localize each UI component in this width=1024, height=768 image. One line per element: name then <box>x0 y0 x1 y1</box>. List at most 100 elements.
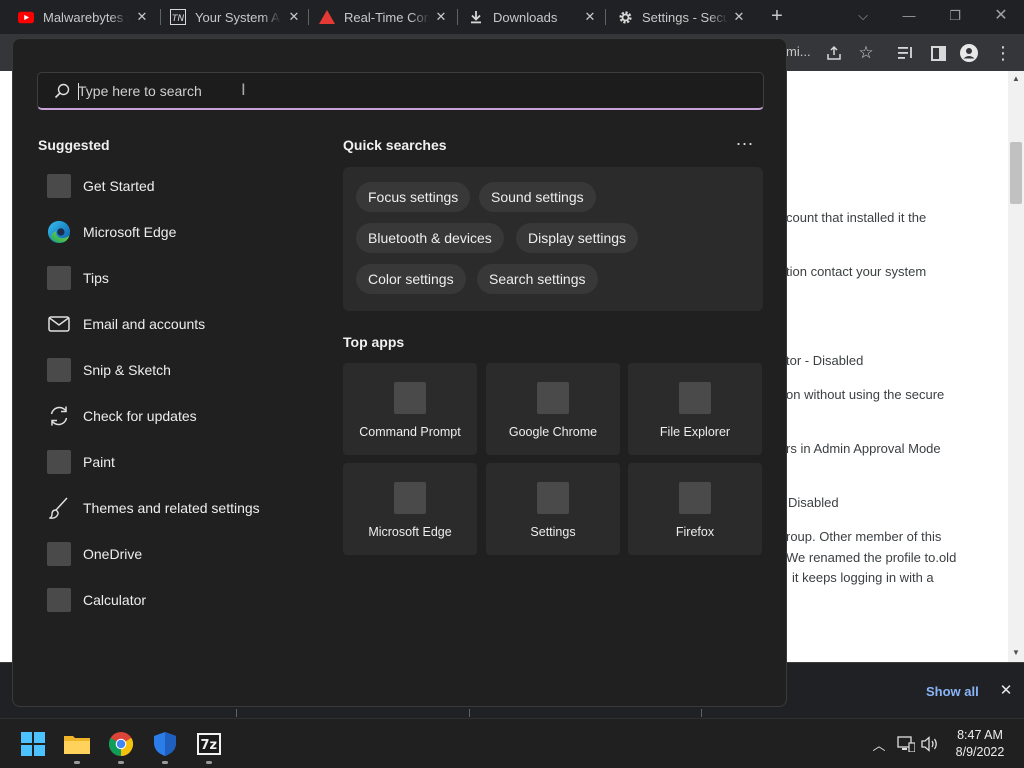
quick-search-chip-focus[interactable]: Focus settings <box>356 182 471 212</box>
7zip-icon[interactable]: 7z <box>196 731 222 757</box>
chrome-icon[interactable] <box>108 731 134 757</box>
running-indicator <box>118 761 124 764</box>
bookmark-star-icon[interactable]: ☆ <box>856 43 876 63</box>
new-tab-button[interactable]: + <box>766 6 788 28</box>
kebab-menu-icon[interactable]: ⋮ <box>993 43 1013 63</box>
top-app-firefox[interactable]: Firefox <box>628 463 762 555</box>
command-prompt-icon <box>394 382 426 414</box>
suggested-item-themes[interactable]: Themes and related settings <box>39 488 309 528</box>
top-app-label: Command Prompt <box>359 425 461 439</box>
browser-tab-malwarebytes[interactable]: Malwarebytes s ✕ <box>18 0 158 34</box>
mail-icon <box>47 312 71 336</box>
quick-search-chip-search[interactable]: Search settings <box>477 264 598 294</box>
clock-time[interactable]: 8:47 AM <box>946 728 1014 742</box>
restore-icon[interactable]: ❐ <box>945 6 965 26</box>
download-item-separator <box>236 709 237 717</box>
chevron-up-icon[interactable]: ︿ <box>870 735 888 753</box>
close-icon[interactable]: ✕ <box>286 9 302 25</box>
suggested-item-email-accounts[interactable]: Email and accounts <box>39 304 309 344</box>
warning-triangle-icon <box>319 9 335 25</box>
quick-search-chip-sound[interactable]: Sound settings <box>479 182 596 212</box>
share-icon[interactable] <box>824 43 844 63</box>
top-app-command-prompt[interactable]: Command Prompt <box>343 363 477 455</box>
side-panel-icon[interactable] <box>928 43 948 63</box>
snip-sketch-icon <box>47 358 71 382</box>
tab-title: Malwarebytes s <box>43 9 129 25</box>
tab-title: Settings - Secur <box>642 9 728 25</box>
browser-tab-settings[interactable]: Settings - Secur ✕ <box>617 0 755 34</box>
quick-search-chip-color[interactable]: Color settings <box>356 264 466 294</box>
suggested-item-label: Check for updates <box>83 408 197 424</box>
tab-title: Real-Time Corr <box>344 9 430 25</box>
suggested-item-label: Microsoft Edge <box>83 224 177 240</box>
more-options-button[interactable]: ... <box>735 130 755 151</box>
suggested-item-onedrive[interactable]: OneDrive <box>39 534 309 574</box>
tab-title: Your System Ad <box>195 9 281 25</box>
taskbar: 7z ︿ 8:47 AM 8/9/2022 <box>0 718 1024 768</box>
suggested-item-label: Themes and related settings <box>83 500 260 516</box>
scroll-down-arrow-icon[interactable]: ▼ <box>1011 648 1021 658</box>
suggested-item-paint[interactable]: Paint <box>39 442 309 482</box>
reading-list-icon[interactable] <box>896 43 916 63</box>
search-icon <box>54 83 70 99</box>
top-apps-heading: Top apps <box>343 334 405 350</box>
tab-title: Downloads <box>493 9 558 25</box>
top-app-settings[interactable]: Settings <box>486 463 620 555</box>
top-app-microsoft-edge[interactable]: Microsoft Edge <box>343 463 477 555</box>
close-icon[interactable]: ✕ <box>998 683 1014 699</box>
minimize-icon[interactable]: — <box>899 6 919 26</box>
top-app-label: Firefox <box>675 525 715 539</box>
top-app-google-chrome[interactable]: Google Chrome <box>486 363 620 455</box>
suggested-item-label: Snip & Sketch <box>83 362 171 378</box>
quick-searches-panel: Focus settings Sound settings Bluetooth … <box>343 167 763 311</box>
svg-text:TN: TN <box>172 14 184 24</box>
tab-search-chevron-icon[interactable]: ⌵ <box>853 6 873 26</box>
file-explorer-icon[interactable] <box>64 731 90 757</box>
tn-icon: TN <box>170 9 186 25</box>
page-text-line: tor - Disabled <box>786 353 864 368</box>
close-icon[interactable]: ✕ <box>433 9 449 25</box>
download-icon <box>468 9 484 25</box>
tips-icon <box>47 266 71 290</box>
start-search-box[interactable]: I <box>37 72 764 110</box>
suggested-item-calculator[interactable]: Calculator <box>39 580 309 620</box>
search-input[interactable] <box>78 80 718 102</box>
quick-search-chip-display[interactable]: Display settings <box>516 223 639 253</box>
close-icon[interactable]: ✕ <box>134 9 150 25</box>
omnibox-text[interactable]: mi... <box>786 44 811 59</box>
network-icon[interactable] <box>897 735 915 753</box>
download-item-separator <box>469 709 470 717</box>
quick-search-chip-bluetooth[interactable]: Bluetooth & devices <box>356 223 504 253</box>
scrollbar-thumb[interactable] <box>1010 142 1022 204</box>
top-app-file-explorer[interactable]: File Explorer <box>628 363 762 455</box>
suggested-item-microsoft-edge[interactable]: Microsoft Edge <box>39 212 309 252</box>
download-item-separator <box>701 709 702 717</box>
page-text-line: We renamed the profile to.old <box>786 550 957 565</box>
start-icon[interactable] <box>20 731 46 757</box>
close-icon[interactable]: ✕ <box>731 9 747 25</box>
youtube-icon <box>18 9 34 25</box>
top-app-label: Settings <box>530 525 576 539</box>
clock-date[interactable]: 8/9/2022 <box>946 745 1014 759</box>
suggested-heading: Suggested <box>38 137 110 153</box>
profile-avatar-icon[interactable] <box>959 43 979 63</box>
calculator-icon <box>47 588 71 612</box>
browser-tab-downloads[interactable]: Downloads ✕ <box>468 0 606 34</box>
top-app-label: Google Chrome <box>508 425 598 439</box>
suggested-item-snip-sketch[interactable]: Snip & Sketch <box>39 350 309 390</box>
close-icon[interactable]: ✕ <box>582 9 598 25</box>
scroll-up-arrow-icon[interactable]: ▲ <box>1011 74 1021 84</box>
page-text-line: rs in Admin Approval Mode <box>786 441 941 456</box>
close-window-icon[interactable]: ✕ <box>991 6 1011 26</box>
defender-icon[interactable] <box>152 731 178 757</box>
page-text-line: count that installed it the <box>786 210 927 225</box>
show-all-downloads-link[interactable]: Show all <box>926 684 979 699</box>
suggested-item-check-updates[interactable]: Check for updates <box>39 396 309 436</box>
browser-tab-system-admin[interactable]: TN Your System Ad ✕ <box>170 0 310 34</box>
edge-icon <box>47 220 71 244</box>
browser-tab-realtime[interactable]: Real-Time Corr ✕ <box>319 0 457 34</box>
suggested-item-get-started[interactable]: Get Started <box>39 166 309 206</box>
suggested-item-tips[interactable]: Tips <box>39 258 309 298</box>
chrome-icon <box>537 382 569 414</box>
volume-icon[interactable] <box>921 735 939 753</box>
